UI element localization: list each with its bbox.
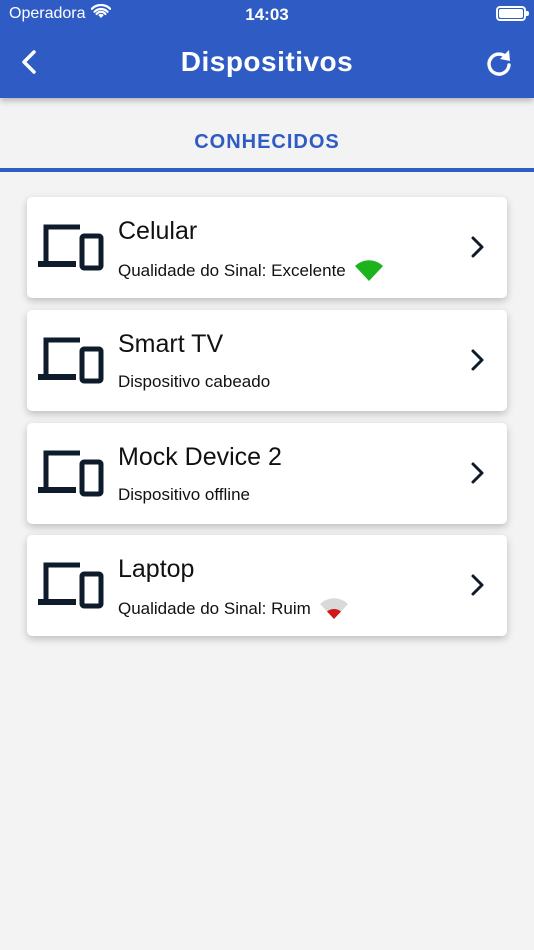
tab-conhecidos[interactable]: CONHECIDOS <box>0 98 534 173</box>
devices-icon <box>38 337 104 384</box>
device-card-laptop[interactable]: Laptop Qualidade do Sinal: Ruim <box>27 535 507 636</box>
device-status: Qualidade do Sinal: Ruim <box>118 597 349 621</box>
device-name: Laptop <box>118 555 195 583</box>
device-card-celular[interactable]: Celular Qualidade do Sinal: Excelente <box>27 197 507 298</box>
status-bar: Operadora 14:03 <box>0 0 534 28</box>
device-card-smart-tv[interactable]: Smart TV Dispositivo cabeado <box>27 310 507 411</box>
device-status-text: Qualidade do Sinal: Ruim <box>118 599 311 618</box>
signal-excellent-icon <box>354 260 383 281</box>
battery-icon <box>496 6 529 21</box>
devices-icon <box>38 562 104 609</box>
device-name: Mock Device 2 <box>118 443 282 471</box>
device-status: Dispositivo offline <box>118 485 250 505</box>
tab-label[interactable]: CONHECIDOS <box>0 131 534 154</box>
device-status-text: Dispositivo cabeado <box>118 372 271 391</box>
device-status: Qualidade do Sinal: Excelente <box>118 259 384 283</box>
page-title: Dispositivos <box>180 46 354 77</box>
device-name: Smart TV <box>118 330 224 358</box>
device-status: Dispositivo cabeado <box>118 372 270 392</box>
chevron-right-icon[interactable] <box>465 348 489 372</box>
device-status-text: Qualidade do Sinal: Excelente <box>118 261 346 280</box>
device-card-mock-device-2[interactable]: Mock Device 2 Dispositivo offline <box>27 423 507 524</box>
devices-icon <box>38 224 104 271</box>
device-status-text: Dispositivo offline <box>118 485 250 504</box>
refresh-button[interactable] <box>482 46 516 80</box>
clock: 14:03 <box>245 5 289 24</box>
device-name: Celular <box>118 217 198 245</box>
signal-poor-icon <box>319 598 348 619</box>
tab-indicator <box>0 168 534 172</box>
devices-icon <box>38 450 104 497</box>
chevron-right-icon[interactable] <box>465 235 489 259</box>
app-header: Operadora 14:03 Dispositivos <box>0 0 534 98</box>
chevron-right-icon[interactable] <box>465 573 489 597</box>
chevron-right-icon[interactable] <box>465 461 489 485</box>
